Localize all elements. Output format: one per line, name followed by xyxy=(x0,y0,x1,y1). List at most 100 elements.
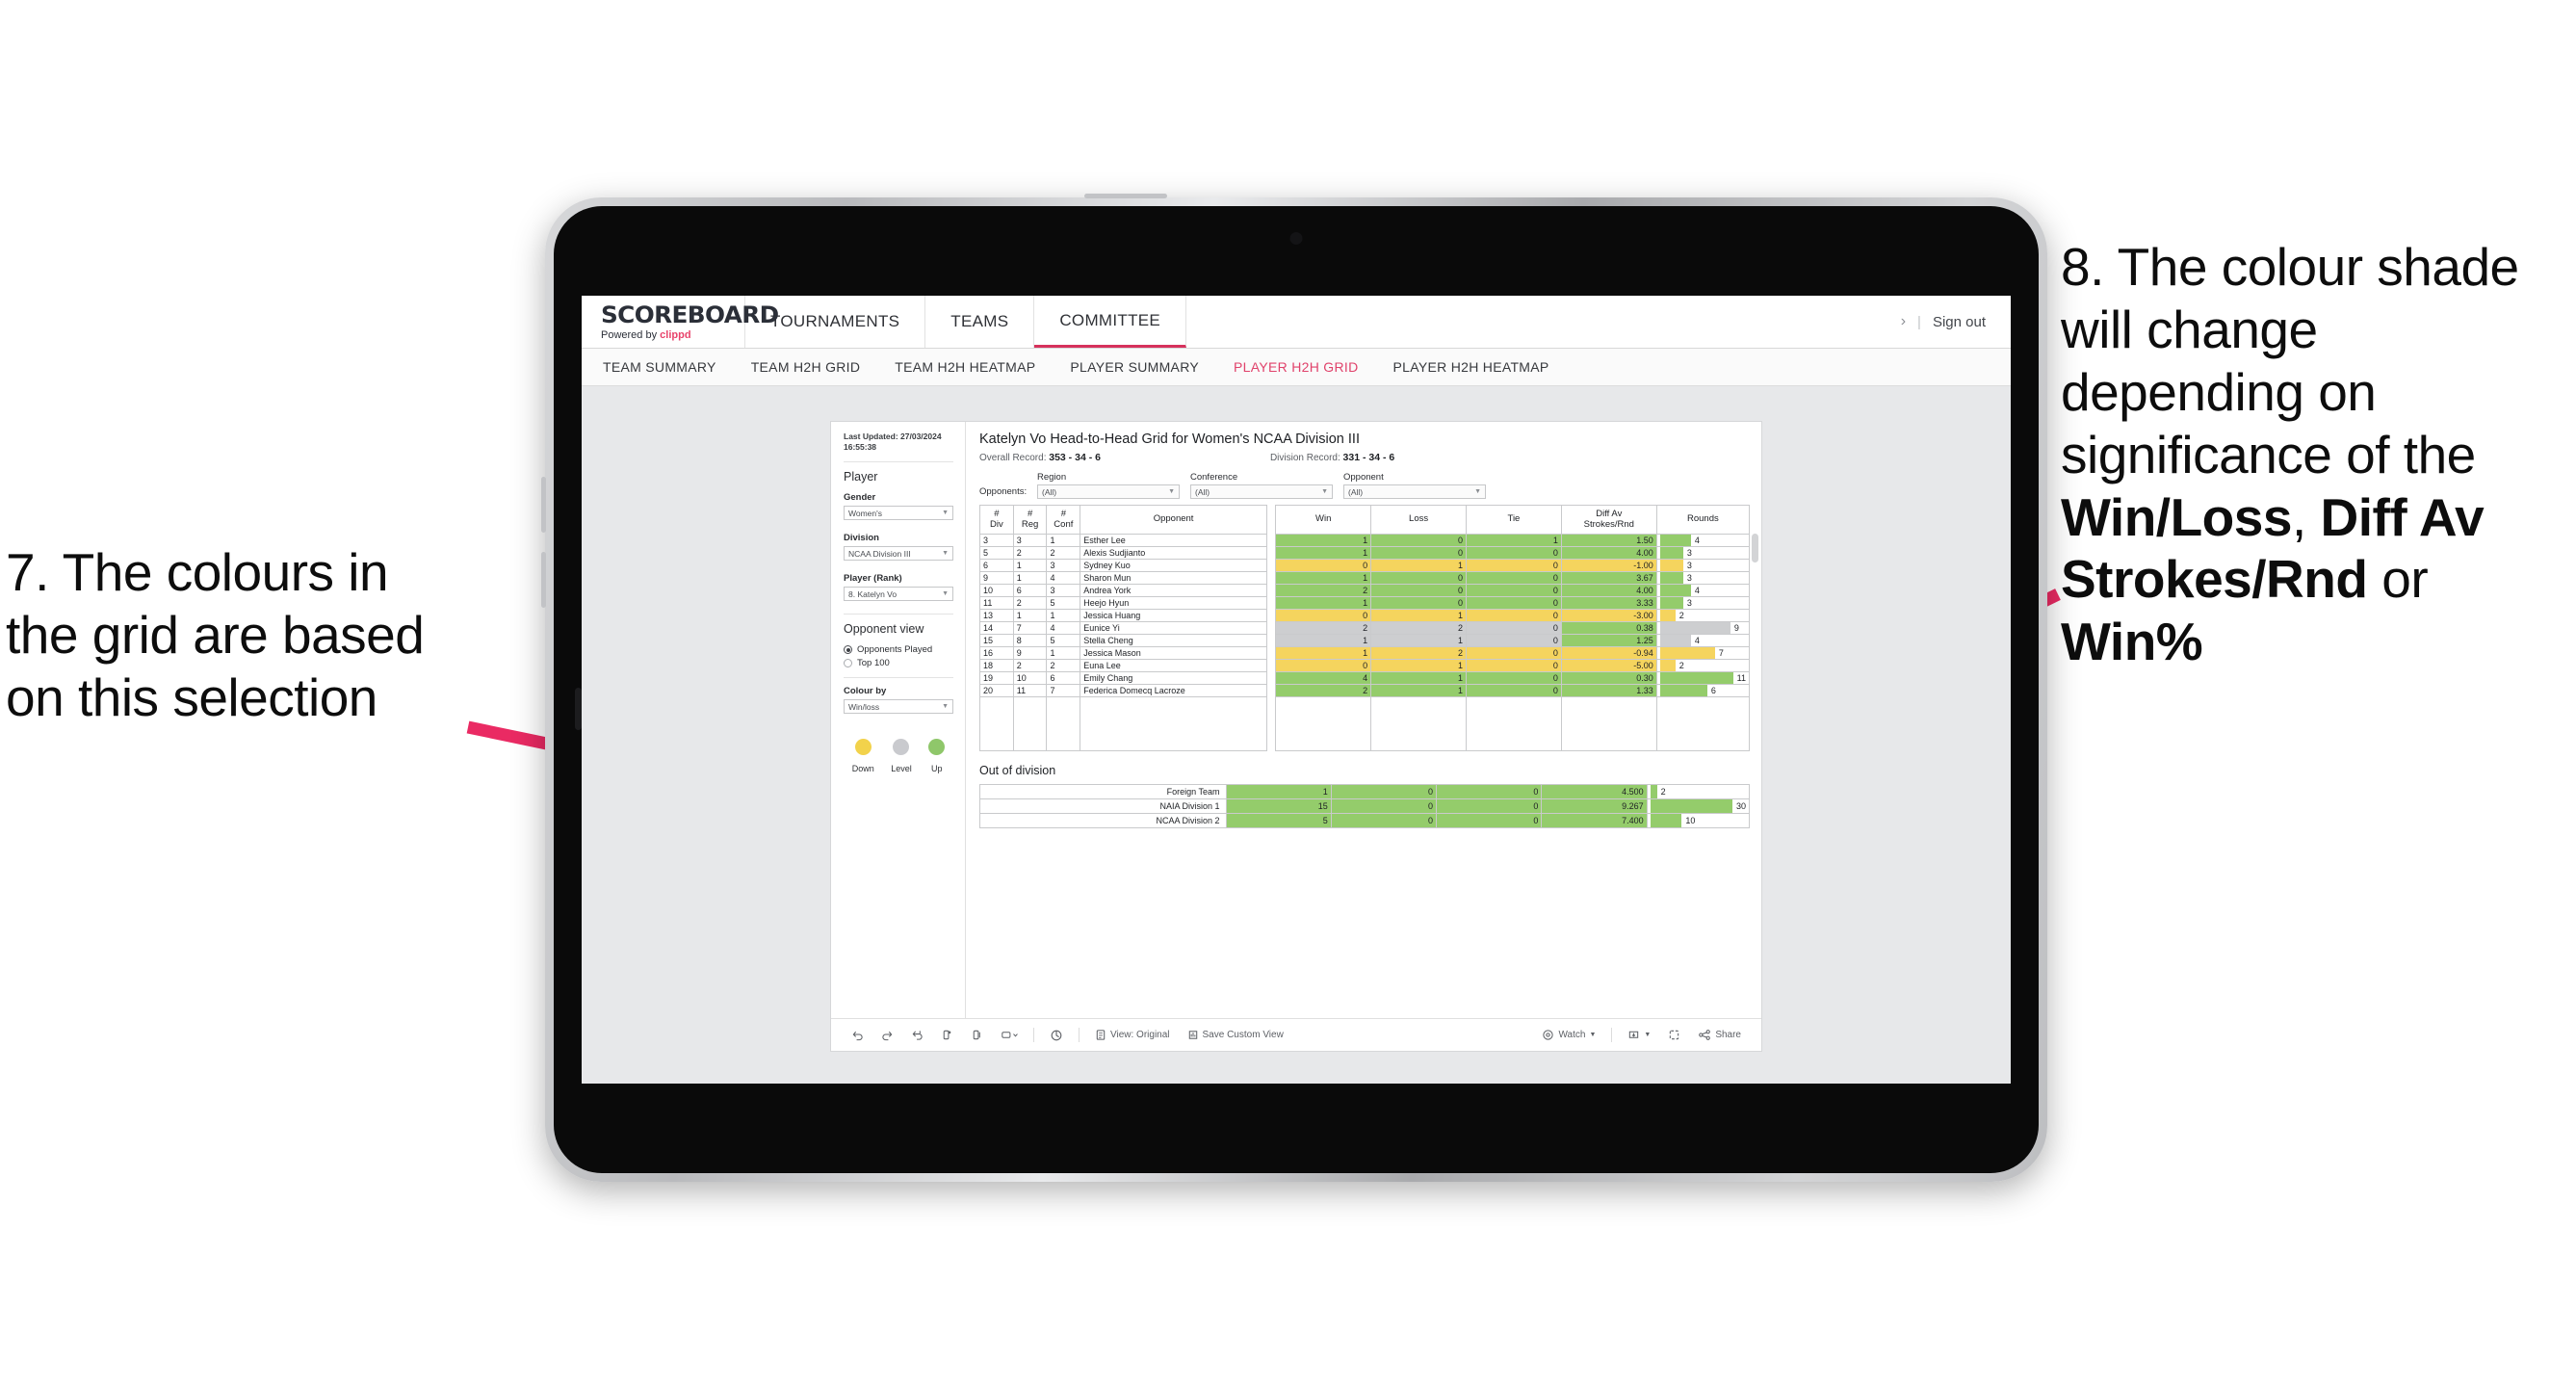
table-row[interactable]: 16 9 1 Jessica Mason 1 2 0 -0.94 7 xyxy=(979,646,1751,660)
table-row[interactable]: 19 10 6 Emily Chang 4 1 0 0.30 11 xyxy=(979,671,1751,685)
th-reg-line2: Reg xyxy=(1021,518,1039,530)
cell-conf: 3 xyxy=(1046,559,1081,572)
legend-label-down: Down xyxy=(851,764,874,774)
table-row[interactable]: 9 1 4 Sharon Mun 1 0 0 3.67 3 xyxy=(979,571,1751,585)
viz-title: Katelyn Vo Head-to-Head Grid for Women's… xyxy=(979,431,1360,447)
nav-tab-teams[interactable]: TEAMS xyxy=(925,296,1035,348)
subnav-player-h2h-grid[interactable]: PLAYER H2H GRID xyxy=(1234,359,1380,375)
radio-dot-selected-icon xyxy=(844,645,852,655)
share-button[interactable]: Share xyxy=(1689,1029,1750,1041)
th-win: Win xyxy=(1275,505,1372,535)
filter-opponent-select[interactable]: (All) ▼ xyxy=(1343,484,1486,499)
subnav-team-summary[interactable]: TEAM SUMMARY xyxy=(603,359,738,375)
table-row[interactable]: 13 1 1 Jessica Huang 0 1 0 -3.00 2 xyxy=(979,609,1751,622)
watch-button[interactable]: Watch ▼ xyxy=(1533,1029,1604,1041)
reset-button[interactable] xyxy=(1041,1029,1072,1042)
table-row[interactable]: 15 8 5 Stella Cheng 1 1 0 1.25 4 xyxy=(979,634,1751,647)
player-rank-select[interactable]: 8. Katelyn Vo ▼ xyxy=(844,587,953,602)
cell-tie: 0 xyxy=(1466,684,1562,697)
brand-logo[interactable]: SCOREBOARD Powered by clippd xyxy=(582,296,779,348)
pause-button[interactable] xyxy=(962,1029,992,1041)
undo-button[interactable] xyxy=(843,1029,872,1041)
cell-diff: -5.00 xyxy=(1560,659,1657,672)
cell-loss: 2 xyxy=(1370,646,1467,660)
revert-button[interactable] xyxy=(902,1029,932,1041)
cell-conf: 1 xyxy=(1046,609,1081,622)
radio-opponents-played[interactable]: Opponents Played xyxy=(844,644,953,655)
cell-diff: 1.50 xyxy=(1560,534,1657,547)
sign-out-link[interactable]: Sign out xyxy=(1933,314,1986,330)
chevron-down-icon: ▼ xyxy=(1589,1032,1597,1038)
table-row[interactable]: 10 6 3 Andrea York 2 0 0 4.00 4 xyxy=(979,584,1751,597)
cell-diff: 3.67 xyxy=(1560,571,1657,585)
annotation-left-line-1: 7. The colours in xyxy=(6,542,389,602)
radio-top-100[interactable]: Top 100 xyxy=(844,658,953,668)
cell-conf: 4 xyxy=(1046,621,1081,635)
cell-win: 15 xyxy=(1225,798,1332,814)
cell-gap xyxy=(1266,559,1276,572)
table-row[interactable]: 20 11 7 Federica Domecq Lacroze 2 1 0 1.33 6 xyxy=(979,684,1751,697)
chevron-down-icon: ▼ xyxy=(942,703,949,711)
table-row[interactable]: 5 2 2 Alexis Sudjianto 1 0 0 4.00 3 xyxy=(979,546,1751,560)
clippd-text: clippd xyxy=(660,328,691,341)
subnav-team-h2h-heatmap[interactable]: TEAM H2H HEATMAP xyxy=(895,359,1056,375)
cell-win: 1 xyxy=(1275,596,1372,610)
th-reg: # Reg xyxy=(1012,505,1048,535)
table-row[interactable]: Foreign Team 1 0 0 4.500 2 xyxy=(979,783,1751,799)
annotation-right-pre: 8. The colour shade will change dependin… xyxy=(2061,237,2519,484)
vertical-scrollbar[interactable] xyxy=(1752,534,1758,562)
table-row[interactable]: 3 3 1 Esther Lee 1 0 1 1.50 4 xyxy=(979,534,1751,547)
cell-gap xyxy=(1266,646,1276,660)
cell-tie: 0 xyxy=(1466,609,1562,622)
save-custom-view-label: Save Custom View xyxy=(1202,1030,1284,1040)
division-select[interactable]: NCAA Division III ▼ xyxy=(844,546,953,562)
legend-item-down: Down xyxy=(852,739,874,773)
cell-diff: 3.33 xyxy=(1560,596,1657,610)
table-row[interactable]: 14 7 4 Eunice Yi 2 2 0 0.38 9 xyxy=(979,621,1751,635)
chevron-right-icon[interactable]: › xyxy=(1901,313,1906,330)
th-div: # Div xyxy=(979,505,1014,535)
cell-tie: 0 xyxy=(1466,646,1562,660)
cell-loss: 1 xyxy=(1370,634,1467,647)
refresh-button[interactable] xyxy=(932,1029,962,1041)
table-row[interactable]: 6 1 3 Sydney Kuo 0 1 0 -1.00 3 xyxy=(979,559,1751,572)
cell-gap xyxy=(1266,621,1276,635)
subnav-player-h2h-heatmap[interactable]: PLAYER H2H HEATMAP xyxy=(1393,359,1571,375)
cell-win: 1 xyxy=(1275,534,1372,547)
table-row[interactable]: 11 2 5 Heejo Hyun 1 0 0 3.33 3 xyxy=(979,596,1751,610)
cell-reg: 3 xyxy=(1012,534,1048,547)
brand-name: SCOREBOARD xyxy=(601,301,779,328)
filter-opponent-caption: Opponent xyxy=(1343,472,1384,483)
device-layout-button[interactable] xyxy=(992,1029,1027,1041)
th-div-line2: Div xyxy=(990,518,1003,530)
viz-main-panel: Katelyn Vo Head-to-Head Grid for Women's… xyxy=(966,422,1761,1018)
cell-div: 6 xyxy=(979,559,1014,572)
table-row[interactable]: NCAA Division 2 5 0 0 7.400 10 xyxy=(979,812,1751,828)
filter-conference-select[interactable]: (All) ▼ xyxy=(1190,484,1333,499)
subnav-team-h2h-grid[interactable]: TEAM H2H GRID xyxy=(751,359,882,375)
cell-rounds: 11 xyxy=(1655,671,1751,685)
records-row: Overall Record: 353 - 34 - 6 Division Re… xyxy=(979,452,1750,463)
nav-tab-committee[interactable]: COMMITTEE xyxy=(1034,296,1187,348)
cell-opponent: Sydney Kuo xyxy=(1080,559,1267,572)
colour-by-select[interactable]: Win/loss ▼ xyxy=(844,699,953,715)
subnav-player-summary[interactable]: PLAYER SUMMARY xyxy=(1070,359,1220,375)
table-row[interactable]: 18 2 2 Euna Lee 0 1 0 -5.00 2 xyxy=(979,659,1751,672)
save-custom-view-button[interactable]: Save Custom View xyxy=(1179,1029,1292,1041)
table-row[interactable]: NAIA Division 1 15 0 0 9.267 30 xyxy=(979,798,1751,814)
download-button[interactable]: ▼ xyxy=(1619,1029,1659,1041)
filter-region-select[interactable]: (All) ▼ xyxy=(1037,484,1180,499)
volume-down-button[interactable] xyxy=(541,552,546,608)
cell-rounds: 2 xyxy=(1646,783,1751,799)
filter-sidebar: Last Updated: 27/03/2024 16:55:38 Player… xyxy=(831,422,966,1018)
power-button[interactable] xyxy=(1084,194,1167,198)
volume-up-button[interactable] xyxy=(541,477,546,533)
tablet-device: SCOREBOARD Powered by clippd TOURNAMENTS… xyxy=(541,194,2047,1182)
redo-button[interactable] xyxy=(872,1029,902,1041)
cell-tie: 0 xyxy=(1466,659,1562,672)
out-of-division-table: Foreign Team 1 0 0 4.500 2 NAIA Division 1 15 0 0… xyxy=(979,783,1751,828)
cell-opponent: Andrea York xyxy=(1080,584,1267,597)
view-original-button[interactable]: View: Original xyxy=(1086,1029,1179,1041)
fullscreen-button[interactable] xyxy=(1659,1029,1689,1041)
gender-select[interactable]: Women's ▼ xyxy=(844,506,953,521)
